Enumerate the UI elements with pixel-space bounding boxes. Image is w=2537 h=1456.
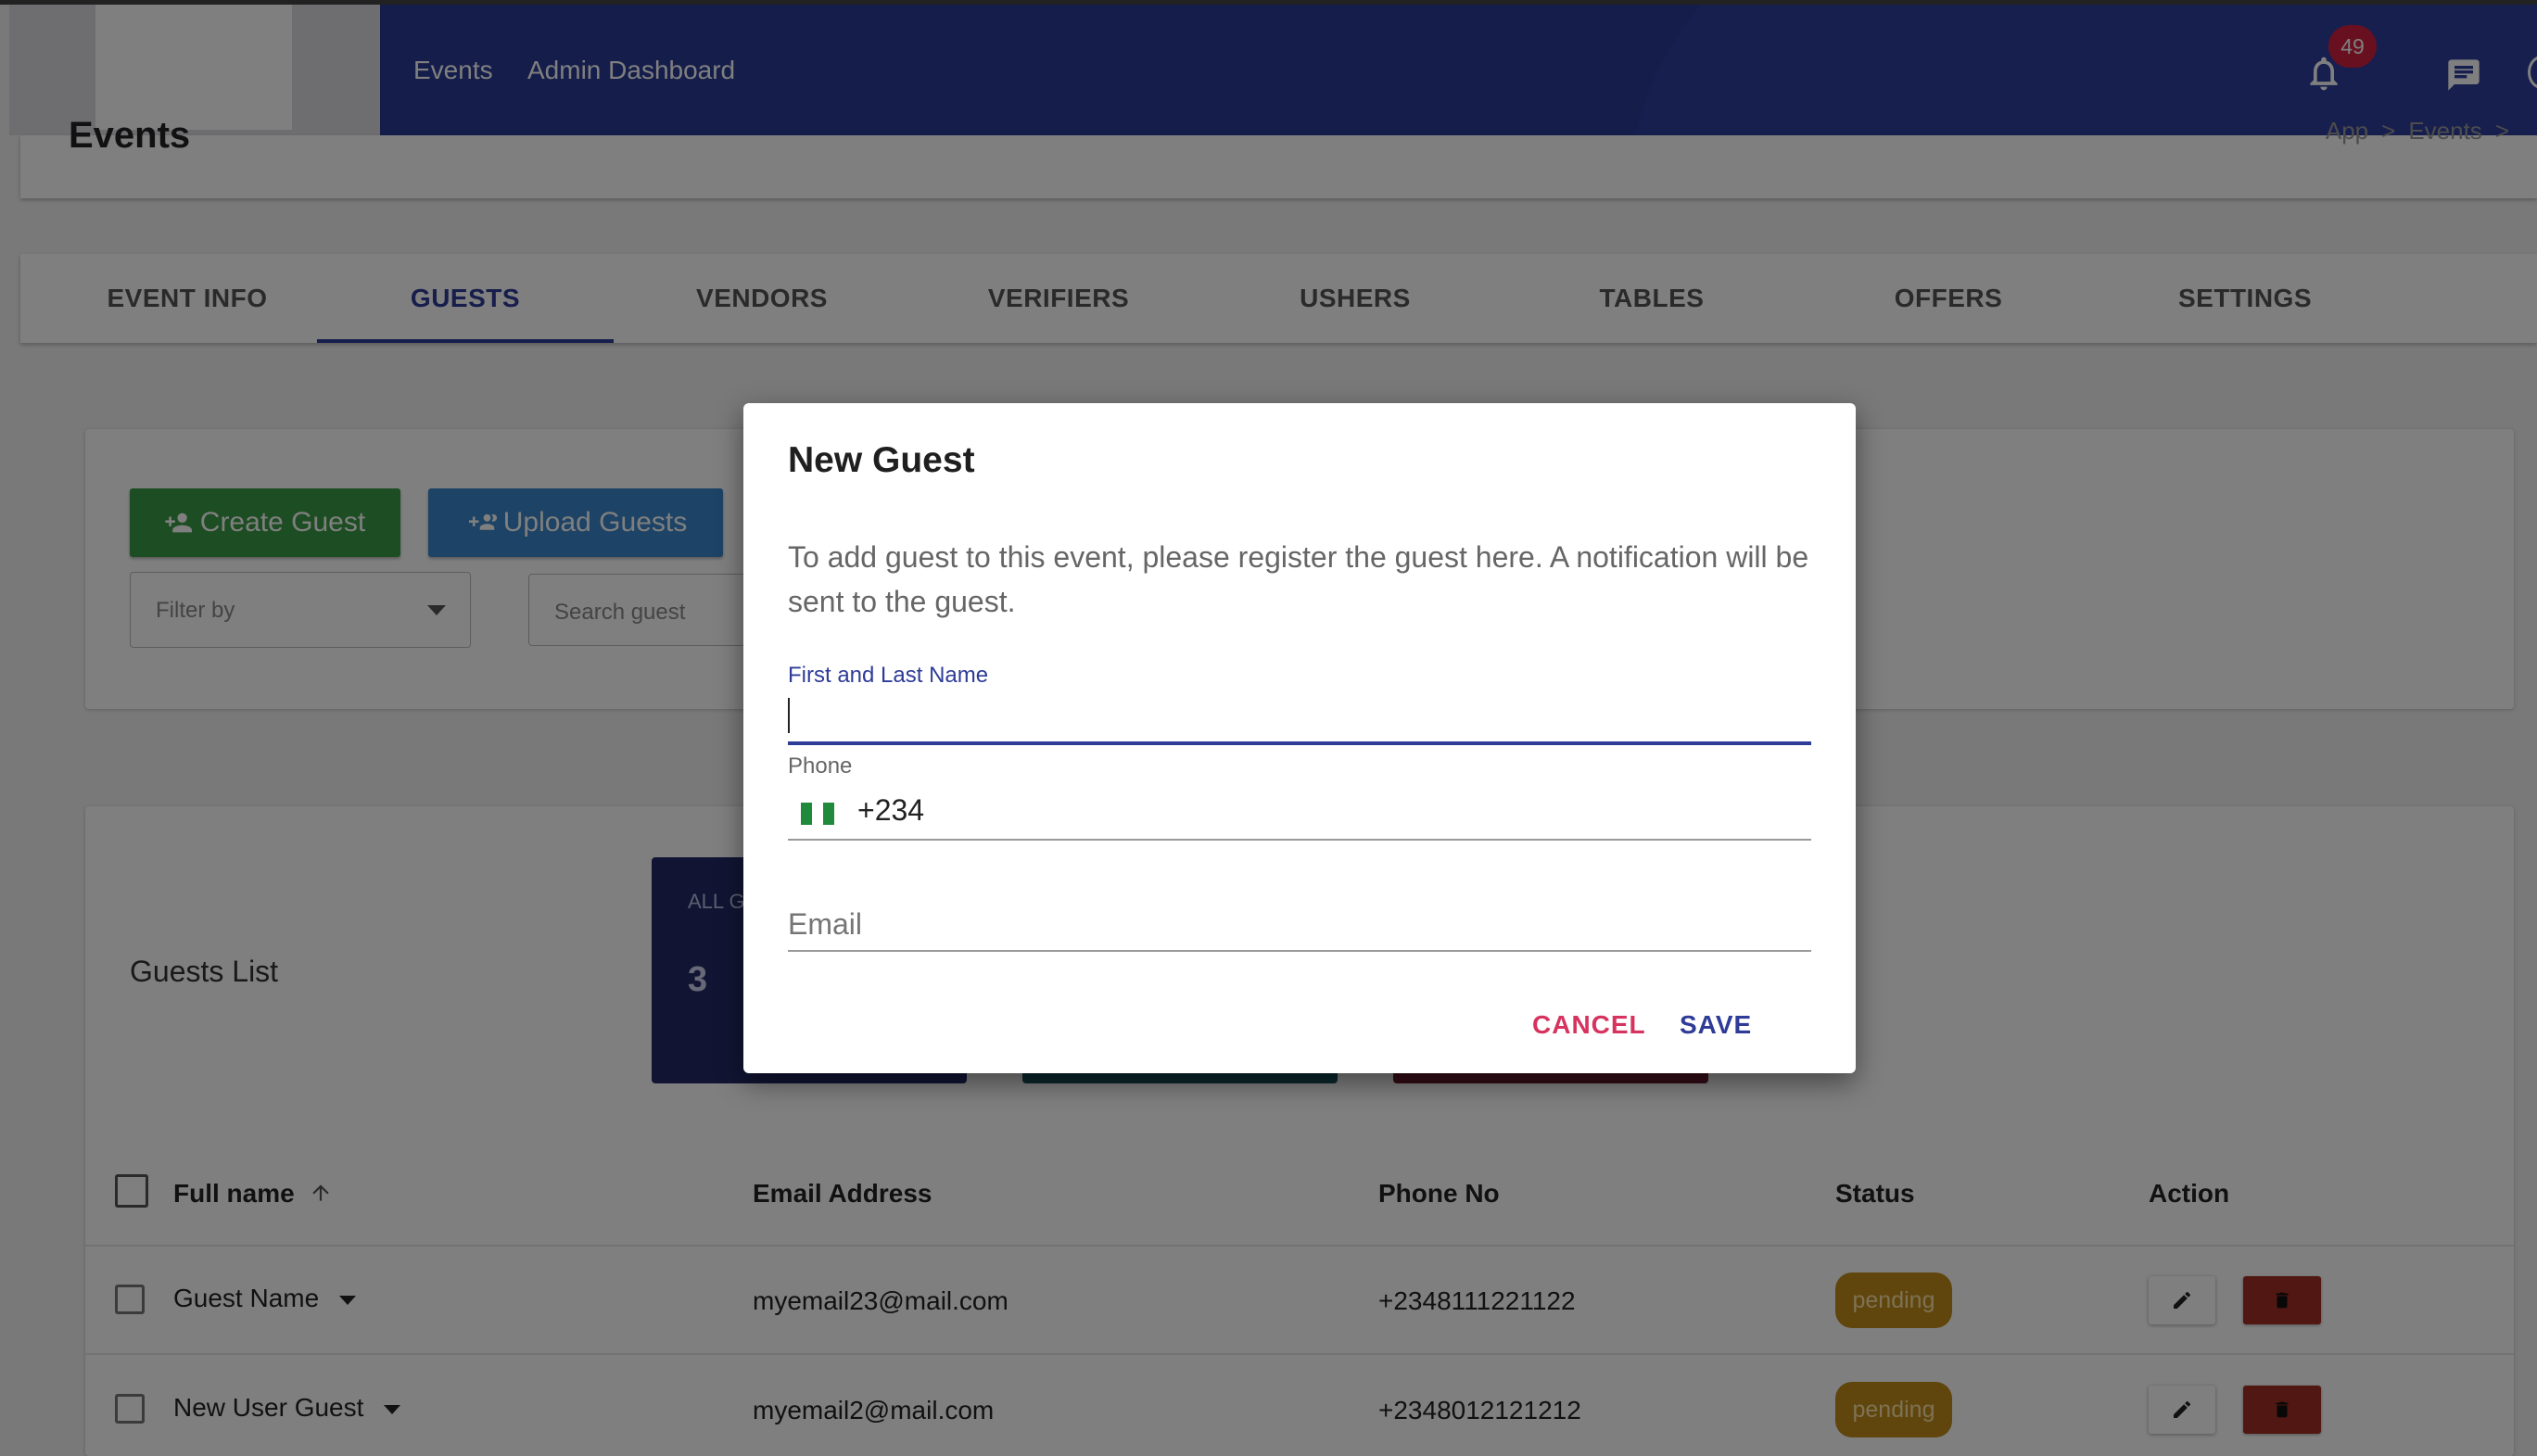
save-button[interactable]: SAVE: [1680, 1010, 1752, 1040]
text-cursor: [788, 698, 790, 733]
dialog-title: New Guest: [788, 440, 975, 480]
nigeria-flag-icon[interactable]: [801, 803, 834, 825]
phone-field-underline: [788, 839, 1811, 841]
new-guest-dialog: New Guest To add guest to this event, pl…: [743, 403, 1856, 1073]
email-field-underline: [788, 950, 1811, 952]
name-field-underline: [788, 741, 1811, 745]
phone-field[interactable]: +234: [857, 793, 924, 828]
name-field[interactable]: [788, 696, 1811, 737]
dialog-description: To add guest to this event, please regis…: [788, 540, 1809, 618]
phone-field-label: Phone: [788, 753, 853, 779]
name-field-label: First and Last Name: [788, 663, 989, 688]
cancel-button[interactable]: CANCEL: [1532, 1010, 1646, 1040]
email-field[interactable]: [788, 904, 1811, 944]
